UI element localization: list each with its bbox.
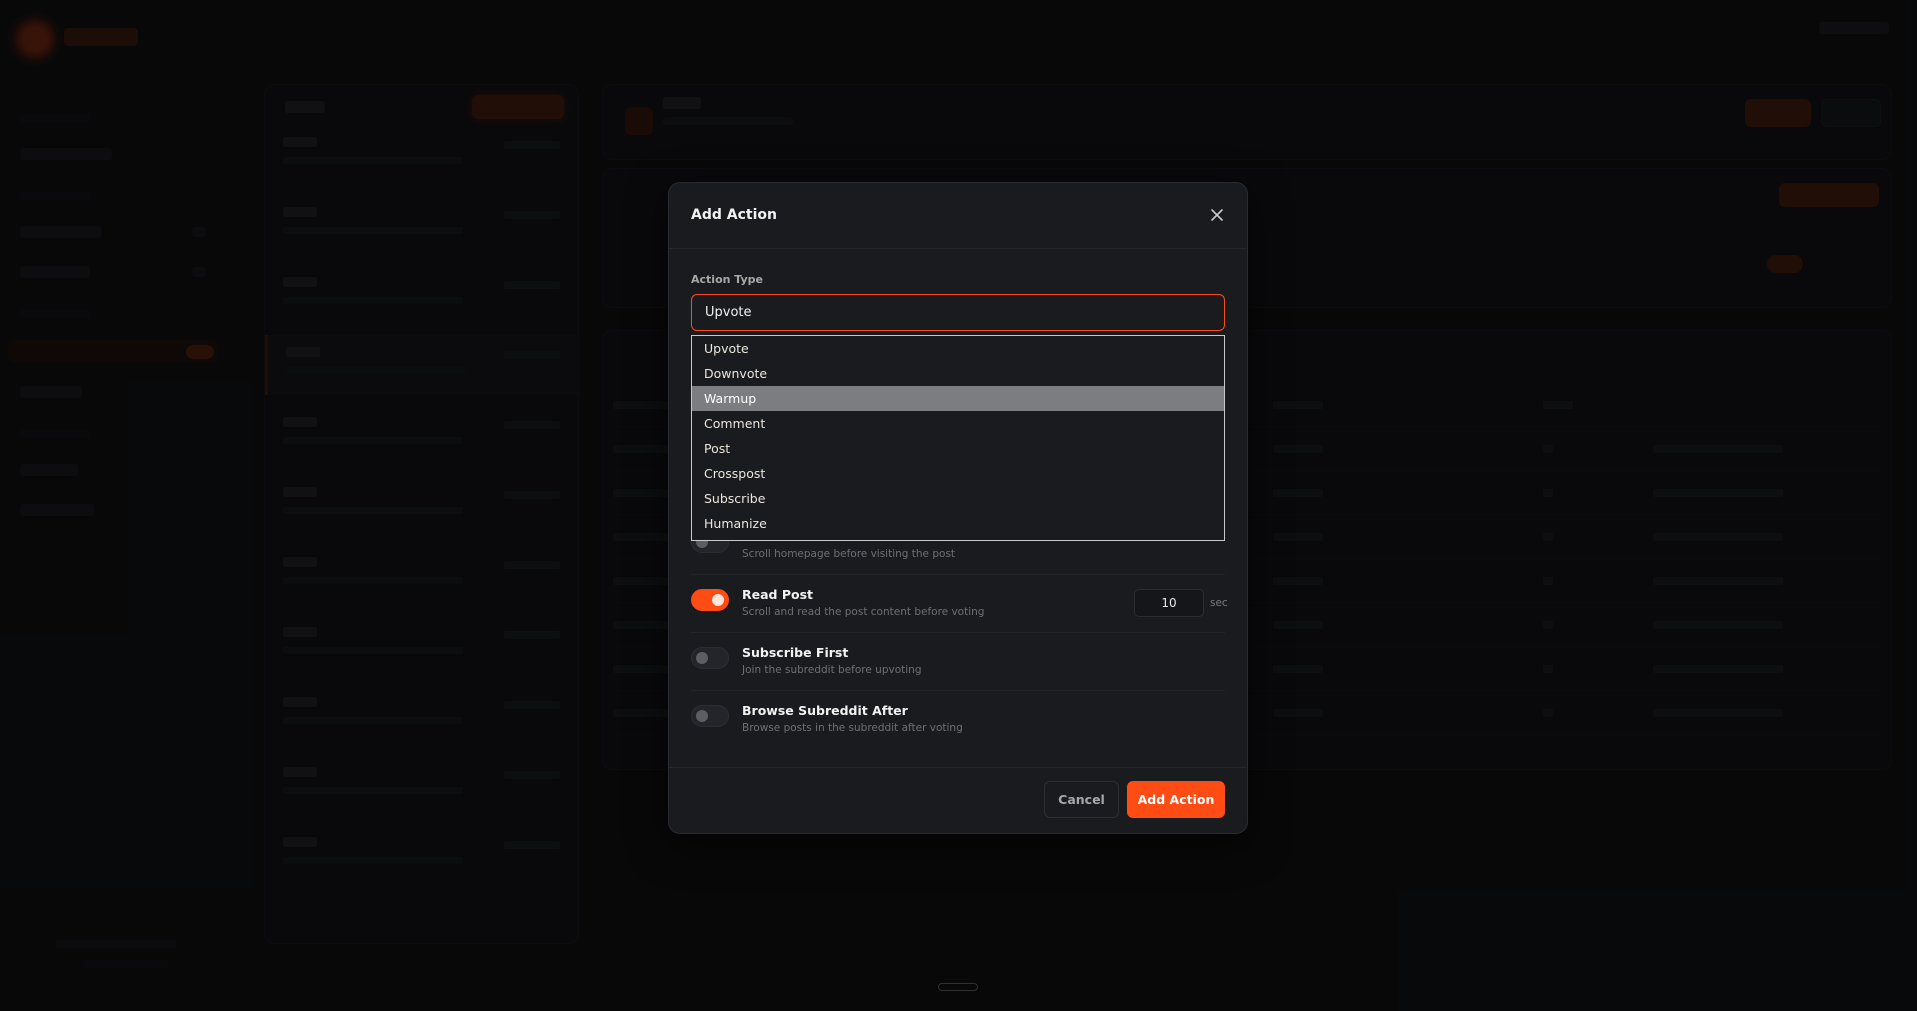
action-type-select[interactable]: Upvote <box>691 294 1225 331</box>
option-comment[interactable]: Comment <box>692 411 1224 436</box>
subscribe-first-toggle[interactable] <box>691 647 729 669</box>
option-warmup[interactable]: Warmup <box>692 386 1224 411</box>
setting-title: Subscribe First <box>742 645 849 660</box>
read-duration-unit: sec <box>1210 597 1228 609</box>
browse-subreddit-toggle[interactable] <box>691 705 729 727</box>
setting-description: Browse posts in the subreddit after voti… <box>742 722 963 734</box>
setting-row-subscribe-first: Subscribe First Join the subreddit befor… <box>691 633 1225 691</box>
read-post-toggle[interactable] <box>691 589 729 611</box>
action-type-label: Action Type <box>691 273 763 286</box>
action-type-dropdown[interactable]: Upvote Downvote Warmup Comment Post Cros… <box>691 335 1225 541</box>
toggle-knob <box>696 652 708 664</box>
action-type-value: Upvote <box>705 305 752 320</box>
app-root: Add Action Action Type Upvote Upvote Dow… <box>0 0 1917 1011</box>
setting-description: Scroll homepage before visiting the post <box>742 548 956 560</box>
add-action-button[interactable]: Add Action <box>1127 781 1225 818</box>
read-duration-input[interactable]: 10 <box>1134 589 1204 617</box>
option-downvote[interactable]: Downvote <box>692 361 1224 386</box>
option-humanize[interactable]: Humanize <box>692 511 1224 536</box>
close-icon <box>1211 209 1223 221</box>
cancel-button[interactable]: Cancel <box>1044 781 1119 818</box>
setting-row-read-post: Read Post Scroll and read the post conte… <box>691 575 1228 633</box>
option-crosspost[interactable]: Crosspost <box>692 461 1224 486</box>
option-post[interactable]: Post <box>692 436 1224 461</box>
option-upvote[interactable]: Upvote <box>692 336 1224 361</box>
add-action-modal: Add Action Action Type Upvote Upvote Dow… <box>668 182 1248 834</box>
setting-title: Read Post <box>742 587 814 602</box>
option-subscribe[interactable]: Subscribe <box>692 486 1224 511</box>
toggle-knob <box>696 710 708 722</box>
modal-header: Add Action <box>669 183 1247 249</box>
modal-title: Add Action <box>691 207 777 223</box>
setting-description: Scroll and read the post content before … <box>742 606 985 618</box>
setting-title: Browse Subreddit After <box>742 703 908 718</box>
setting-description: Join the subreddit before upvoting <box>742 664 922 676</box>
setting-row-browse-subreddit: Browse Subreddit After Browse posts in t… <box>691 691 1225 749</box>
toggle-knob <box>712 594 724 606</box>
close-button[interactable] <box>1205 203 1229 227</box>
